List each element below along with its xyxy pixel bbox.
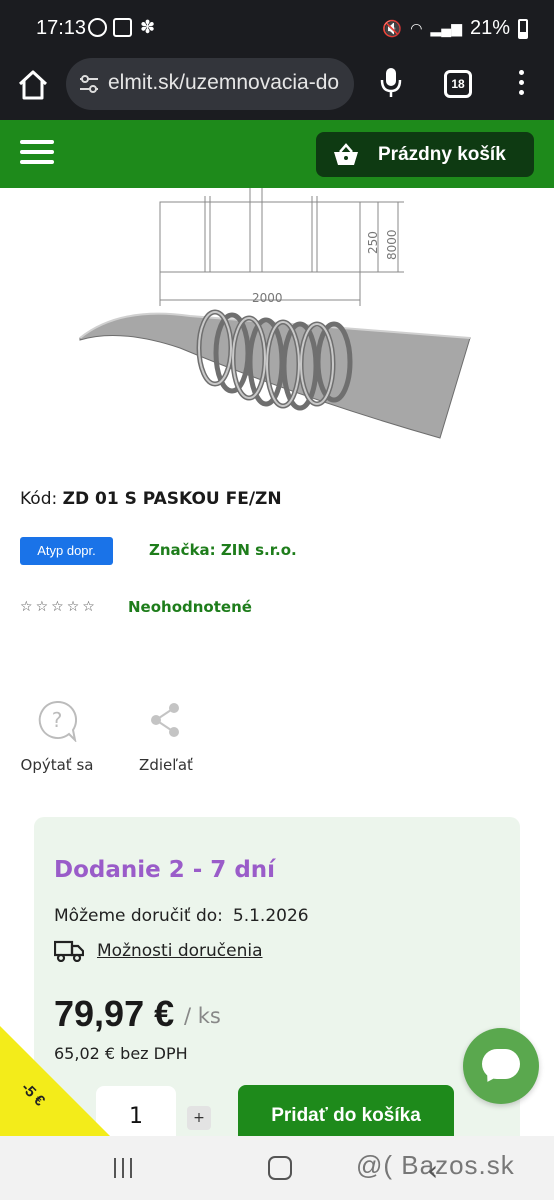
share-label: Zdieľať xyxy=(139,756,193,774)
notification-icons: ✽ xyxy=(88,18,157,37)
url-text[interactable]: elmit.sk/uzemnovacia-do xyxy=(108,71,339,95)
tab-switcher-button[interactable]: 18 xyxy=(444,70,472,98)
site-settings-icon[interactable] xyxy=(78,73,100,95)
product-code-value: ZD 01 S PASKOU FE/ZN xyxy=(62,489,282,509)
grounding-strip-drawing xyxy=(79,309,471,439)
product-code-label: Kód: xyxy=(20,489,58,509)
share-button[interactable]: Zdieľať xyxy=(130,700,202,774)
status-right: 🔇 ◠ ▂▄▆ 21% xyxy=(382,17,528,40)
browser-menu-icon[interactable] xyxy=(514,70,528,100)
delivery-date-label: Môžeme doručiť do: xyxy=(54,906,223,926)
discount-corner-badge[interactable]: -5 € xyxy=(0,1026,110,1136)
wifi-icon: ◠ xyxy=(410,20,423,36)
ask-question-button[interactable]: ? Opýtať sa xyxy=(18,700,96,774)
cart-button[interactable]: Prázdny košík xyxy=(316,132,534,177)
product-code: Kód: ZD 01 S PASKOU FE/ZN xyxy=(20,489,282,509)
battery-icon xyxy=(518,18,528,39)
rating-stars[interactable]: ☆ ☆ ☆ ☆ ☆ xyxy=(20,599,95,615)
address-bar[interactable]: elmit.sk/uzemnovacia-do xyxy=(66,58,354,110)
fan-icon: ✽ xyxy=(139,17,156,38)
browser-toolbar: elmit.sk/uzemnovacia-do 18 xyxy=(0,58,554,120)
brand-link[interactable]: Značka: ZIN s.r.o. xyxy=(149,541,297,559)
status-time: 17:13 xyxy=(36,17,87,39)
home-icon[interactable] xyxy=(14,66,52,104)
quantity-increase-button[interactable]: + xyxy=(187,1106,211,1130)
battery-percent: 21% xyxy=(469,17,510,39)
hamburger-menu-icon[interactable] xyxy=(20,140,54,166)
ask-question-label: Opýtať sa xyxy=(20,756,94,774)
svg-text:?: ? xyxy=(52,708,63,732)
system-nav-bar: @( Bazos.sk ‹ xyxy=(0,1136,554,1200)
check-icon xyxy=(113,18,132,37)
cart-label: Prázdny košík xyxy=(378,143,506,165)
shipping-badge: Atyp dopr. xyxy=(20,537,113,565)
delivery-time: Dodanie 2 - 7 dní xyxy=(54,857,276,883)
notification-icon xyxy=(88,18,107,37)
status-bar: 17:13 ✽ 🔇 ◠ ▂▄▆ 21% xyxy=(0,0,554,58)
home-nav-icon[interactable] xyxy=(268,1156,292,1180)
signal-icon: ▂▄▆ xyxy=(430,20,462,36)
rating-label[interactable]: Neohodnotené xyxy=(128,598,252,616)
price-unit: / ks xyxy=(184,1004,221,1028)
dimension-8000: 8000 xyxy=(385,229,399,260)
delivery-options-link[interactable]: Možnosti doručenia xyxy=(97,941,263,961)
delivery-date-value: 5.1.2026 xyxy=(232,906,309,926)
question-icon: ? xyxy=(38,700,78,744)
dimension-250: 250 xyxy=(366,231,380,254)
product-image: 2000 250 8000 xyxy=(79,188,471,439)
mic-icon[interactable] xyxy=(378,66,404,98)
star-icon: ☆ xyxy=(82,599,95,615)
dimension-2000: 2000 xyxy=(252,291,283,305)
star-icon: ☆ xyxy=(35,599,49,615)
basket-icon xyxy=(334,142,358,165)
truck-icon xyxy=(54,940,84,962)
recents-icon[interactable] xyxy=(114,1158,136,1178)
star-icon: ☆ xyxy=(20,599,33,615)
mute-icon: 🔇 xyxy=(382,20,403,38)
star-icon: ☆ xyxy=(66,599,80,615)
share-icon xyxy=(151,703,179,737)
delivery-date: Môžeme doručiť do: 5.1.2026 xyxy=(54,906,309,926)
chat-button[interactable] xyxy=(463,1028,539,1104)
site-header: Prázdny košík xyxy=(0,120,554,188)
back-icon[interactable]: ‹ xyxy=(427,1154,438,1187)
star-icon: ☆ xyxy=(51,599,64,615)
